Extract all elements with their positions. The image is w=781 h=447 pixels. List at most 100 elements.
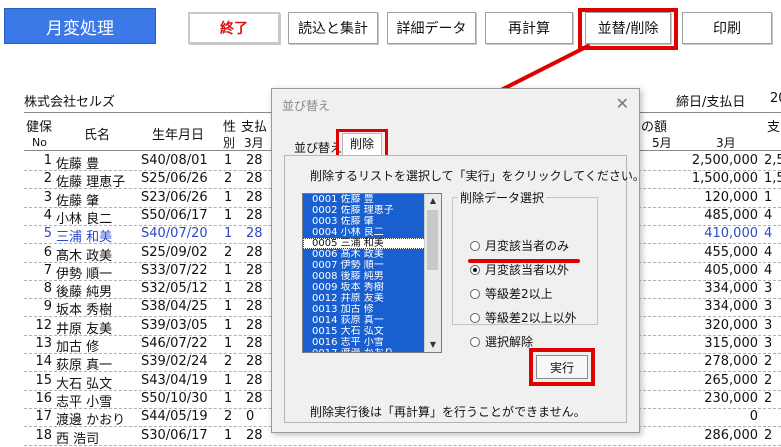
row-sex: 1 <box>224 263 233 278</box>
list-item[interactable]: 0005 三浦 和美 <box>303 238 426 249</box>
list-item[interactable]: 0013 加古 修 <box>303 304 426 315</box>
delete-option-radio[interactable]: 選択解除 <box>470 333 533 350</box>
scroll-up-icon[interactable]: ▲ <box>425 194 441 208</box>
radio-dot-icon[interactable] <box>470 264 480 275</box>
list-item[interactable]: 0004 小林 良二 <box>303 227 426 238</box>
row-amount: 320,000 <box>704 318 758 333</box>
row-birth: S40/07/20 <box>141 226 208 241</box>
radio-label: 選択解除 <box>485 335 534 349</box>
list-item[interactable]: 0016 志平 小雪 <box>303 337 426 348</box>
listbox-scrollbar[interactable]: ▲ ▼ <box>424 194 441 352</box>
list-item[interactable]: 0006 髙木 政美 <box>303 249 426 260</box>
list-item[interactable]: 0007 伊勢 順一 <box>303 260 426 271</box>
row-rest: 4 <box>764 208 773 223</box>
row-no: 12 <box>35 318 52 333</box>
row-sex: 1 <box>224 428 233 443</box>
col-m5: 5月 <box>652 136 672 150</box>
row-birth: S50/06/17 <box>141 208 208 223</box>
list-item[interactable]: 0012 井原 友美 <box>303 293 426 304</box>
row-sex: 1 <box>224 226 233 241</box>
row-amount: 410,000 <box>704 226 758 241</box>
radio-dot-icon[interactable] <box>470 240 480 251</box>
row-amount: 455,000 <box>704 245 758 260</box>
row-amount: 0 <box>749 409 758 424</box>
tab-sort[interactable]: 並び替え <box>294 139 342 156</box>
row-days: 28 <box>246 391 263 406</box>
col-birth: 生年月日 <box>152 128 205 143</box>
row-birth: S23/06/26 <box>141 190 208 205</box>
row-days: 28 <box>246 281 263 296</box>
row-no: 7 <box>43 263 52 278</box>
delete-option-radio[interactable]: 等級差2以上 <box>470 285 553 302</box>
end-button[interactable]: 終了 <box>188 12 280 44</box>
row-no: 18 <box>35 428 52 443</box>
list-item[interactable]: 0014 荻原 真一 <box>303 315 426 326</box>
row-days: 28 <box>246 226 263 241</box>
row-birth: S39/02/24 <box>141 354 208 369</box>
row-birth: S43/04/19 <box>141 373 208 388</box>
row-amount: 405,000 <box>704 263 758 278</box>
row-days: 28 <box>246 263 263 278</box>
row-no: 15 <box>35 373 52 388</box>
row-amount: 286,000 <box>704 428 758 443</box>
load-and-total-button[interactable]: 読込と集計 <box>288 12 378 44</box>
col-amount: の額 <box>641 120 668 135</box>
col-name: 氏名 <box>84 128 111 143</box>
row-rest: 2 <box>764 428 773 443</box>
list-item[interactable]: 0002 佐藤 理恵子 <box>303 205 426 216</box>
delete-option-radio[interactable]: 月変該当者のみ <box>470 237 569 254</box>
row-rest: 3 <box>764 299 773 314</box>
row-rest: 4 <box>764 263 773 278</box>
row-no: 4 <box>43 208 52 223</box>
scroll-thumb[interactable] <box>427 210 438 270</box>
print-button[interactable]: 印刷 <box>682 12 772 44</box>
radio-dot-icon[interactable] <box>470 312 480 323</box>
employee-listbox[interactable]: 0001 佐藤 豊 0002 佐藤 理恵子 0003 佐藤 肇 0004 小林 良二 0… <box>302 193 442 353</box>
row-birth: S44/05/19 <box>141 409 208 424</box>
row-birth: S25/09/02 <box>141 245 208 260</box>
row-birth: S33/07/22 <box>141 263 208 278</box>
row-sex: 1 <box>224 281 233 296</box>
row-rest: 2,5 <box>764 153 781 168</box>
delete-select-legend: 削除データ選択 <box>458 189 547 206</box>
row-sex: 1 <box>224 153 233 168</box>
delete-option-radio[interactable]: 等級差2以上以外 <box>470 309 577 326</box>
delete-option-radio[interactable]: 月変該当者以外 <box>470 261 569 278</box>
close-icon[interactable]: ✕ <box>616 94 629 113</box>
deadline-value: 20 <box>770 91 781 106</box>
row-rest: 3 <box>764 281 773 296</box>
deadline-label: 締日/支払日 <box>676 95 746 110</box>
col-m3b: 3月 <box>716 136 736 150</box>
row-sex: 2 <box>224 171 233 186</box>
list-item[interactable]: 0001 佐藤 豊 <box>303 194 426 205</box>
execute-highlight <box>529 348 595 386</box>
list-item[interactable]: 0015 大石 弘文 <box>303 326 426 337</box>
scroll-down-icon[interactable]: ▼ <box>425 338 441 352</box>
radio-dot-icon[interactable] <box>470 336 480 347</box>
row-days: 28 <box>246 336 263 351</box>
row-rest: 4 <box>764 245 773 260</box>
row-sex: 1 <box>224 391 233 406</box>
col-sex: 性 <box>223 120 237 135</box>
list-item[interactable]: 0009 坂本 秀樹 <box>303 282 426 293</box>
col-sex2: 別 <box>223 136 236 150</box>
row-rest: 2 <box>764 391 773 406</box>
row-rest: 2 <box>764 354 773 369</box>
row-birth: S40/08/01 <box>141 153 208 168</box>
col-no: No <box>32 136 47 149</box>
list-item[interactable]: 0017 渡邊 かおり <box>303 348 426 352</box>
row-sex: 1 <box>224 208 233 223</box>
list-item[interactable]: 0003 佐藤 肇 <box>303 216 426 227</box>
row-amount: 485,000 <box>704 208 758 223</box>
row-birth: S32/05/12 <box>141 281 208 296</box>
radio-dot-icon[interactable] <box>470 288 480 299</box>
row-no: 13 <box>35 336 52 351</box>
row-birth: S50/10/30 <box>141 391 208 406</box>
list-item[interactable]: 0008 後藤 純男 <box>303 271 426 282</box>
row-days: 28 <box>246 428 263 443</box>
row-no: 2 <box>43 171 52 186</box>
row-days: 28 <box>246 373 263 388</box>
row-rest: 3 <box>764 336 773 351</box>
title-button[interactable]: 月変処理 <box>4 8 156 44</box>
row-rest: 4 <box>764 226 773 241</box>
